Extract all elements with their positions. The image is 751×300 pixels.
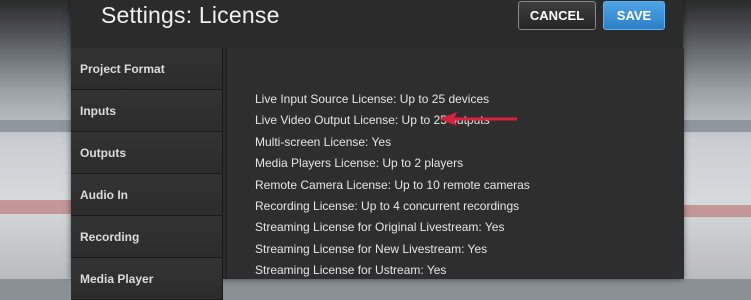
dialog-title: Settings: License: [101, 2, 280, 28]
annotation-arrow-icon: [439, 112, 517, 126]
background-board-right: [683, 120, 751, 132]
background-board-left: [0, 120, 72, 132]
license-item: Multi-screen License: Yes: [255, 134, 392, 149]
license-item: Media Players License: Up to 2 players: [255, 156, 464, 171]
cancel-button[interactable]: CANCEL: [518, 1, 596, 30]
sidebar-item-audio-in[interactable]: Audio In: [71, 174, 223, 216]
sidebar-item-project-format[interactable]: Project Format: [71, 48, 223, 90]
license-item: Recording License: Up to 4 concurrent re…: [255, 198, 520, 213]
background-red-band-right: [683, 205, 751, 217]
settings-dialog: Settings: License CANCEL SAVE Project Fo…: [71, 0, 684, 300]
background-red-band-left: [0, 200, 72, 214]
dialog-header: Settings: License CANCEL SAVE: [71, 0, 683, 40]
license-content-panel: Live Input Source License: Up to 25 devi…: [226, 48, 684, 279]
license-item: Remote Camera License: Up to 10 remote c…: [255, 177, 530, 192]
license-item: Live Input Source License: Up to 25 devi…: [255, 92, 490, 106]
sidebar-item-outputs[interactable]: Outputs: [71, 132, 223, 174]
license-item: Streaming License for New Livestream: Ye…: [255, 241, 488, 256]
license-item: Streaming License for Original Livestrea…: [255, 220, 505, 235]
sidebar-item-media-player[interactable]: Media Player: [71, 258, 223, 300]
license-item: Streaming License for Ustream: Yes: [255, 263, 447, 278]
sidebar-item-inputs[interactable]: Inputs: [71, 90, 223, 132]
sidebar-item-recording[interactable]: Recording: [71, 216, 223, 258]
settings-sidebar: Project Format Inputs Outputs Audio In R…: [71, 48, 223, 300]
save-button[interactable]: SAVE: [603, 1, 665, 30]
